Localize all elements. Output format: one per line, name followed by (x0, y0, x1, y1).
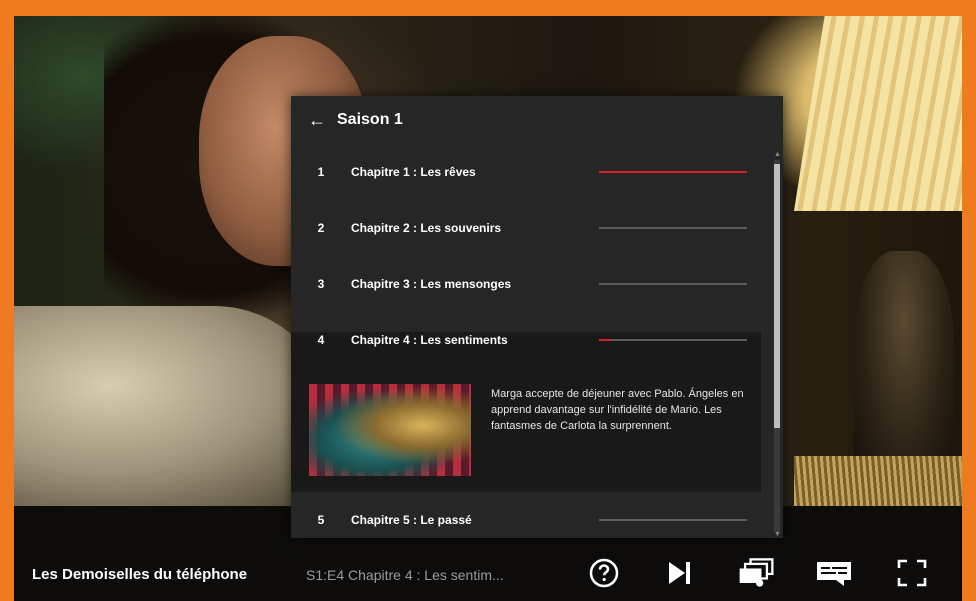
episode-progress-bar (599, 283, 747, 285)
episode-row-2[interactable]: 2 Chapitre 2 : Les souvenirs (291, 200, 761, 256)
episode-number: 2 (317, 221, 325, 235)
episode-title: Chapitre 1 : Les rêves (351, 165, 476, 179)
episode-progress-fill (599, 171, 747, 173)
scene-lampshade (794, 16, 962, 211)
episode-number: 5 (317, 513, 325, 527)
video-player[interactable]: ← Saison 1 1 Chapitre 1 : Les rêves 2 Ch… (14, 16, 962, 601)
help-button[interactable] (584, 556, 624, 590)
episode-info: S1:E4 Chapitre 4 : Les sentim... (306, 567, 504, 583)
episode-row-1[interactable]: 1 Chapitre 1 : Les rêves (291, 144, 761, 200)
control-bar: Les Demoiselles du téléphone S1:E4 Chapi… (14, 546, 962, 601)
subtitles-button[interactable] (814, 556, 854, 590)
subtitles-icon (817, 562, 851, 586)
episode-row-3[interactable]: 3 Chapitre 3 : Les mensonges (291, 256, 761, 312)
next-episode-icon (669, 562, 690, 584)
panel-scrollbar[interactable] (774, 160, 780, 532)
scene-shirt (14, 306, 334, 506)
episode-title: Chapitre 3 : Les mensonges (351, 277, 512, 291)
episode-progress-fill (599, 339, 611, 341)
episode-number: 3 (317, 277, 325, 291)
episodes-panel: ← Saison 1 1 Chapitre 1 : Les rêves 2 Ch… (291, 96, 783, 538)
show-title: Les Demoiselles du téléphone (32, 566, 248, 583)
episode-row-4[interactable]: 4 Chapitre 4 : Les sentiments (291, 312, 761, 368)
season-title: Saison 1 (337, 111, 403, 128)
help-icon (589, 558, 619, 588)
episode-progress-bar (599, 519, 747, 521)
panel-header: ← Saison 1 (291, 96, 783, 144)
scene-tassel (794, 456, 962, 506)
episode-progress-bar (599, 339, 747, 341)
episodes-button[interactable] (736, 556, 776, 590)
scrollbar-thumb[interactable] (774, 164, 780, 428)
fullscreen-icon (897, 559, 927, 587)
scroll-up-icon[interactable]: ▲ (774, 151, 781, 158)
episode-number: 1 (317, 165, 325, 179)
fullscreen-button[interactable] (892, 556, 932, 590)
scroll-down-icon[interactable]: ▼ (774, 531, 781, 538)
episode-title: Chapitre 5 : Le passé (351, 513, 472, 527)
episode-progress-bar (599, 171, 747, 173)
next-episode-button[interactable] (659, 556, 699, 590)
scene-lamp-base (854, 251, 954, 481)
episode-title: Chapitre 2 : Les souvenirs (351, 221, 502, 235)
episode-row-5[interactable]: 5 Chapitre 5 : Le passé (291, 492, 761, 548)
episodes-icon (739, 558, 774, 587)
episode-thumbnail[interactable] (309, 384, 471, 476)
episode-title: Chapitre 4 : Les sentiments (351, 333, 508, 347)
back-arrow-icon[interactable]: ← (307, 110, 327, 130)
episode-progress-bar (599, 227, 747, 229)
episode-number: 4 (317, 333, 325, 347)
episode-synopsis: Marga accepte de déjeuner avec Pablo. Án… (491, 388, 744, 432)
